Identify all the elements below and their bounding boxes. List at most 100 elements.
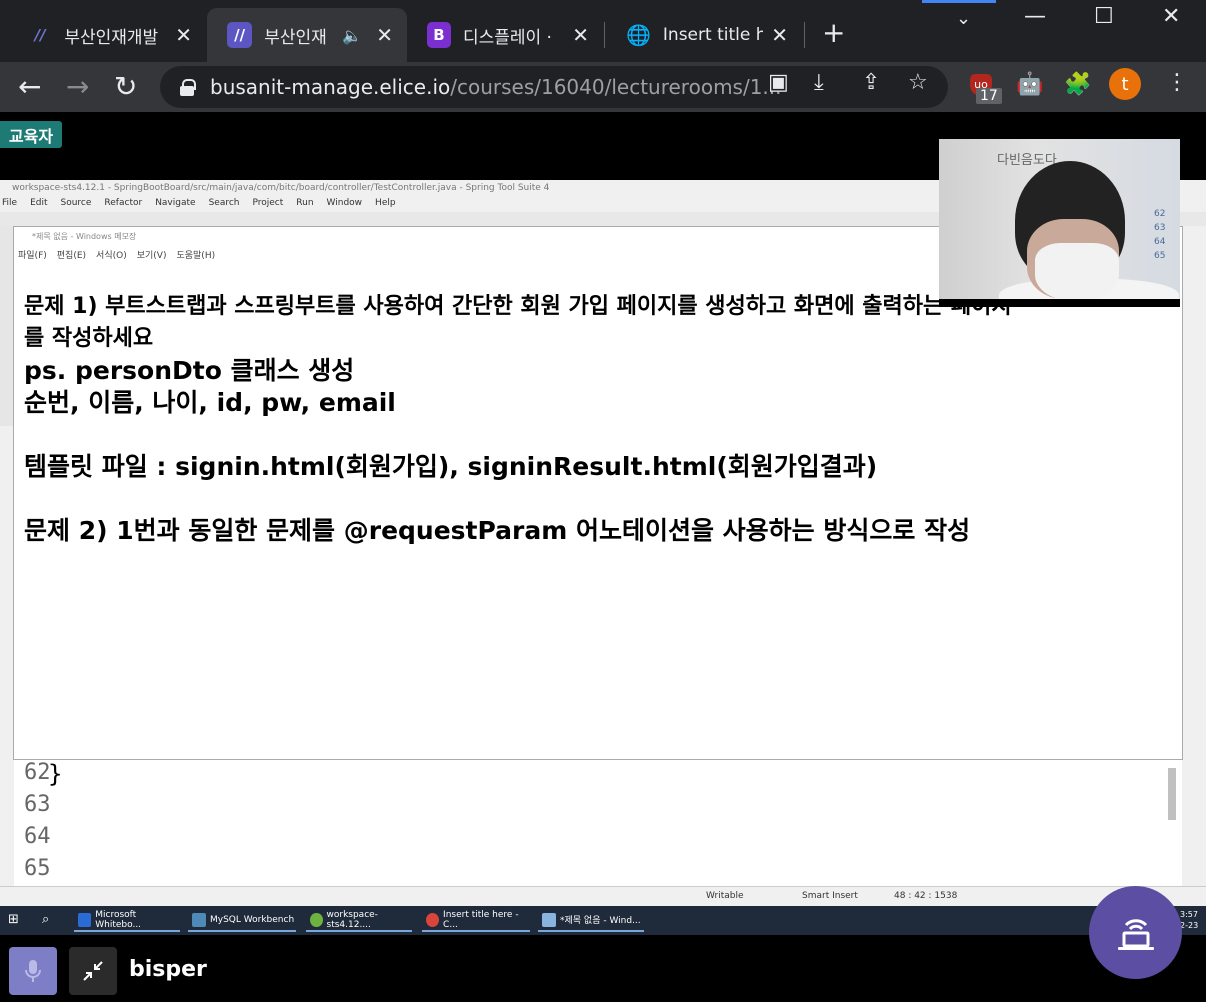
ide-menu-item[interactable]: File: [2, 198, 17, 208]
robot-extension-icon[interactable]: 🤖: [1016, 72, 1043, 97]
ide-side-panel: [0, 226, 14, 426]
tab-2-active[interactable]: // 부산인재 🔈 ✕: [207, 8, 407, 62]
tab-separator: [604, 22, 605, 48]
windows-taskbar: ⊞ ⌕ Microsoft Whitebo... MySQL Workbench…: [0, 906, 1206, 935]
educator-badge: 교육자: [0, 121, 62, 148]
status-writable: Writable: [706, 891, 744, 901]
laptop-broadcast-icon: [1117, 918, 1154, 950]
line-number: 64: [24, 824, 51, 849]
webcam-line-numbers: 62 63 64 65: [1154, 207, 1165, 263]
minimize-video-button[interactable]: [69, 947, 117, 995]
tab-1[interactable]: // 부산인재개발 ✕: [8, 8, 206, 62]
webcam-video[interactable]: 다빈음도다 62 63 64 65: [939, 139, 1180, 307]
face-mask: [1035, 243, 1119, 299]
status-cursor-position: 48 : 42 : 1538: [894, 891, 958, 901]
ide-menu-item[interactable]: Source: [61, 198, 92, 208]
chrome-app-icon: [426, 912, 440, 927]
status-insert-mode: Smart Insert: [802, 891, 858, 901]
speaker-icon[interactable]: 🔈: [342, 26, 362, 45]
tab-title: 부산인재: [264, 27, 327, 48]
lock-icon[interactable]: [180, 79, 196, 96]
chevron-down-icon[interactable]: ⌄: [956, 8, 971, 29]
taskbar-item-label: workspace-sts4.12....: [326, 909, 378, 930]
forward-icon[interactable]: →: [66, 70, 89, 103]
ide-menu-item[interactable]: Refactor: [104, 198, 142, 208]
problem-2-line: 문제 2) 1번과 동일한 문제를 @requestParam 어노테이션을 사…: [24, 516, 971, 545]
slash-logo-icon: //: [227, 22, 253, 48]
bootstrap-icon: B: [427, 22, 451, 48]
ide-menu-item[interactable]: Project: [252, 198, 283, 208]
code-line-62: }: [48, 760, 63, 788]
more-menu-icon[interactable]: ⋮: [1166, 70, 1188, 95]
close-tab-icon[interactable]: ✕: [771, 23, 788, 47]
editor-scrollbar[interactable]: [1168, 768, 1176, 820]
notepad-menu-item[interactable]: 편집(E): [57, 248, 86, 261]
notepad-menu-item[interactable]: 보기(V): [137, 248, 167, 261]
participant-name: bisper: [129, 957, 207, 982]
ide-menu-item[interactable]: Window: [327, 198, 363, 208]
close-tab-icon[interactable]: ✕: [175, 23, 192, 47]
microphone-button[interactable]: [9, 947, 57, 995]
notepad-menu-item[interactable]: 서식(O): [96, 248, 127, 261]
taskbar-item-label: Insert title here - C...: [443, 909, 519, 930]
clock-date: 2-23: [1180, 921, 1199, 930]
ide-menu-item[interactable]: Search: [209, 198, 240, 208]
windows-start-icon[interactable]: ⊞: [8, 912, 19, 927]
tab-title: Insert title he: [662, 25, 764, 45]
url-path: /courses/16040/lecturerooms/1...: [450, 75, 782, 99]
puzzle-extensions-icon[interactable]: 🧩: [1064, 72, 1091, 97]
taskbar-item-chrome[interactable]: Insert title here - C...: [422, 909, 530, 932]
browser-tab-bar: // 부산인재개발 ✕ // 부산인재 🔈 ✕ B 디스플레이 · ✕ 🌐 In…: [0, 0, 1206, 62]
minimize-icon[interactable]: —: [1024, 4, 1046, 29]
close-window-icon[interactable]: ✕: [1162, 4, 1180, 29]
tab-4[interactable]: 🌐 Insert title he ✕: [606, 8, 802, 62]
ide-menu-item[interactable]: Help: [375, 198, 396, 208]
url-text[interactable]: busanit-manage.elice.io/courses/16040/le…: [210, 75, 782, 99]
taskbar-item-notepad[interactable]: *제목 없음 - Wind...: [538, 909, 644, 932]
line-number: 62: [24, 760, 51, 785]
ide-menu-item[interactable]: Run: [296, 198, 313, 208]
tab-3[interactable]: B 디스플레이 · ✕: [407, 8, 603, 62]
search-icon[interactable]: ⌕: [42, 912, 49, 927]
bookmark-star-icon[interactable]: ☆: [908, 70, 928, 95]
ide-menu-item[interactable]: Edit: [30, 198, 47, 208]
share-icon[interactable]: ⇪: [862, 70, 880, 95]
line-number: 62: [1154, 209, 1166, 219]
taskbar-item-mysql[interactable]: MySQL Workbench: [188, 909, 296, 932]
profile-avatar[interactable]: t: [1109, 68, 1141, 100]
taskbar-item-whiteboard[interactable]: Microsoft Whitebo...: [74, 909, 180, 932]
new-tab-button[interactable]: +: [822, 16, 845, 49]
tab-title: 부산인재개발: [64, 27, 159, 48]
window-accent-line: [922, 0, 996, 3]
camera-blocked-icon[interactable]: ▣: [768, 70, 789, 95]
taskbar-item-label: *제목 없음 - Wind...: [560, 916, 641, 926]
back-icon[interactable]: ←: [18, 70, 41, 103]
code-editor[interactable]: 62 63 64 65: [14, 758, 1182, 886]
address-bar[interactable]: busanit-manage.elice.io/courses/16040/le…: [160, 66, 948, 108]
globe-icon: 🌐: [626, 23, 651, 47]
taskbar-clock: 3:57 2-23: [1180, 909, 1198, 931]
reload-icon[interactable]: ↻: [114, 70, 137, 103]
line-number: 65: [24, 856, 51, 881]
tab-title: 디스플레이 ·: [462, 27, 552, 48]
shrink-arrows-icon: [83, 961, 103, 981]
ide-status-bar: Writable Smart Insert 48 : 42 : 1538: [0, 886, 1206, 906]
ps-note-line: ps. personDto 클래스 생성: [24, 356, 355, 385]
line-number: 63: [24, 792, 51, 817]
install-app-icon[interactable]: ⤓: [814, 70, 824, 95]
clock-time: 3:57: [1180, 910, 1198, 919]
spring-app-icon: [310, 912, 323, 927]
close-tab-icon[interactable]: ✕: [376, 23, 393, 47]
maximize-icon[interactable]: ☐: [1094, 4, 1114, 29]
notepad-menu-item[interactable]: 파일(F): [18, 248, 47, 261]
fields-line: 순번, 이름, 나이, id, pw, email: [24, 388, 396, 417]
slash-logo-icon: //: [34, 26, 46, 44]
taskbar-item-sts[interactable]: workspace-sts4.12....: [306, 909, 412, 932]
close-tab-icon[interactable]: ✕: [572, 23, 589, 47]
notepad-menu-item[interactable]: 도움말(H): [176, 248, 215, 261]
screen-share-button[interactable]: [1089, 886, 1182, 979]
problem-1-line-2: 를 작성하세요: [24, 326, 154, 351]
ide-menu-item[interactable]: Navigate: [155, 198, 195, 208]
extension-badge: 17: [976, 88, 1002, 104]
notepad-text[interactable]: 문제 1) 부트스트랩과 스프링부트를 사용하여 간단한 회원 가입 페이지를 …: [24, 291, 1170, 547]
